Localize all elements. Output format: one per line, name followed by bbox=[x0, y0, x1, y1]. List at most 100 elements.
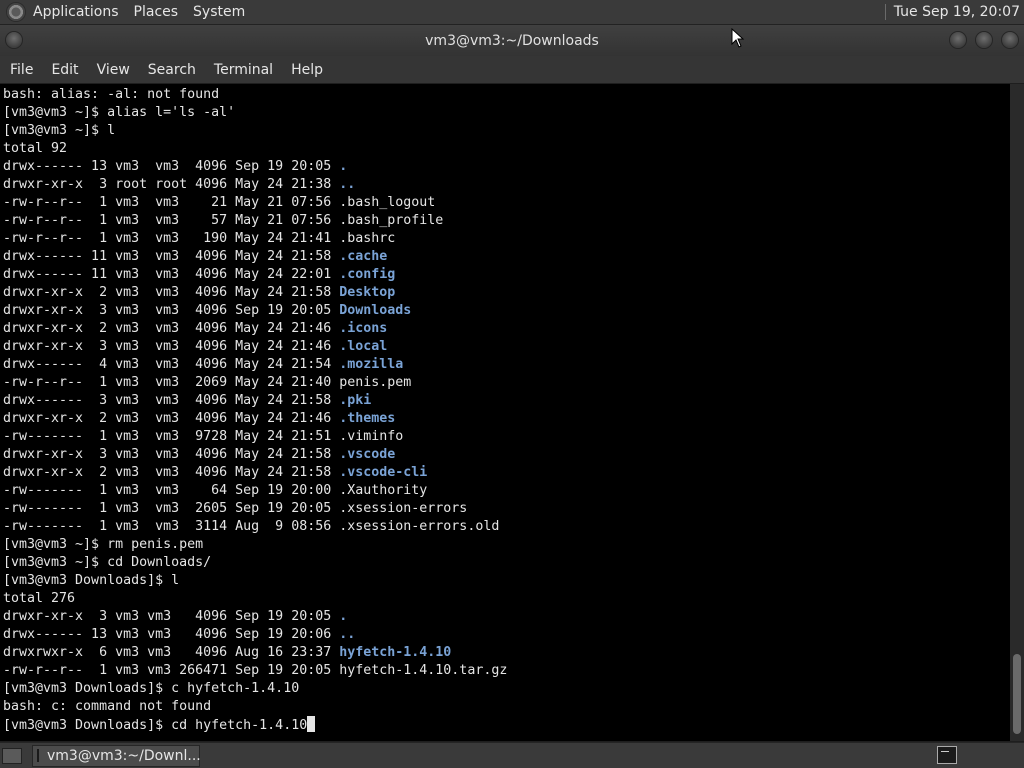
menu-search[interactable]: Search bbox=[139, 62, 205, 78]
terminal-text: -rw------- 1 vm3 vm3 64 Sep 19 20:00 .Xa… bbox=[3, 483, 428, 498]
directory-name: .mozilla bbox=[339, 357, 404, 372]
panel-clock[interactable]: Tue Sep 19, 20:07 bbox=[894, 4, 1020, 20]
terminal-line: [vm3@vm3 Downloads]$ cd hyfetch-1.4.10 bbox=[3, 716, 1010, 734]
terminal-line: bash: alias: -al: not found bbox=[3, 86, 1010, 104]
bottom-taskbar: vm3@vm3:~/Downl... bbox=[0, 742, 1024, 768]
terminal-text: drwxr-xr-x 3 vm3 vm3 4096 Sep 19 20:05 bbox=[3, 303, 340, 318]
close-icon[interactable] bbox=[1002, 32, 1018, 48]
terminal-line: -rw------- 1 vm3 vm3 2605 Sep 19 20:05 .… bbox=[3, 500, 1010, 518]
terminal-text: [vm3@vm3 ~]$ rm penis.pem bbox=[3, 537, 204, 552]
top-panel: Applications Places System Tue Sep 19, 2… bbox=[0, 0, 1024, 25]
directory-name: .config bbox=[339, 267, 396, 282]
terminal-line: [vm3@vm3 ~]$ alias l='ls -al' bbox=[3, 104, 1010, 122]
terminal-text: bash: alias: -al: not found bbox=[3, 87, 220, 102]
minimize-icon[interactable] bbox=[950, 32, 966, 48]
menu-help[interactable]: Help bbox=[282, 62, 332, 78]
terminal-text: drwxr-xr-x 3 vm3 vm3 4096 Sep 19 20:05 bbox=[3, 609, 340, 624]
terminal-line: drwxr-xr-x 3 vm3 vm3 4096 May 24 21:58 .… bbox=[3, 446, 1010, 464]
terminal-line: -rw------- 1 vm3 vm3 3114 Aug 9 08:56 .x… bbox=[3, 518, 1010, 536]
terminal-text: -rw-r--r-- 1 vm3 vm3 266471 Sep 19 20:05… bbox=[3, 663, 508, 678]
window-menu-icon[interactable] bbox=[6, 32, 22, 48]
show-desktop-icon[interactable] bbox=[2, 747, 22, 764]
terminal-line: drwxr-xr-x 3 root root 4096 May 24 21:38… bbox=[3, 176, 1010, 194]
tray-terminal-icon[interactable] bbox=[937, 746, 957, 764]
directory-name: .themes bbox=[339, 411, 396, 426]
directory-name: .. bbox=[339, 627, 356, 642]
taskbar-window-label: vm3@vm3:~/Downl... bbox=[47, 747, 201, 764]
system-menu[interactable]: System bbox=[193, 4, 254, 20]
terminal-line: [vm3@vm3 ~]$ l bbox=[3, 122, 1010, 140]
terminal-line: -rw------- 1 vm3 vm3 64 Sep 19 20:00 .Xa… bbox=[3, 482, 1010, 500]
terminal-text: bash: c: command not found bbox=[3, 699, 212, 714]
window-titlebar[interactable]: vm3@vm3:~/Downloads bbox=[0, 25, 1024, 56]
terminal-line: [vm3@vm3 Downloads]$ c hyfetch-1.4.10 bbox=[3, 680, 1010, 698]
terminal-text: drwxr-xr-x 3 vm3 vm3 4096 May 24 21:46 bbox=[3, 339, 340, 354]
terminal-line: [vm3@vm3 Downloads]$ l bbox=[3, 572, 1010, 590]
terminal-text: [vm3@vm3 ~]$ alias l='ls -al' bbox=[3, 105, 236, 120]
terminal-text: drwxr-xr-x 2 vm3 vm3 4096 May 24 21:46 bbox=[3, 411, 340, 426]
directory-name: Desktop bbox=[339, 285, 396, 300]
terminal-text: drwxr-xr-x 2 vm3 vm3 4096 May 24 21:46 bbox=[3, 321, 340, 336]
terminal-text: drwx------ 13 vm3 vm3 4096 Sep 19 20:06 bbox=[3, 627, 340, 642]
terminal-text: -rw------- 1 vm3 vm3 9728 May 24 21:51 .… bbox=[3, 429, 404, 444]
text-cursor bbox=[307, 716, 316, 732]
terminal-text: -rw------- 1 vm3 vm3 3114 Aug 9 08:56 .x… bbox=[3, 519, 500, 534]
directory-name: hyfetch-1.4.10 bbox=[339, 645, 452, 660]
menu-terminal[interactable]: Terminal bbox=[205, 62, 282, 78]
terminal-line: [vm3@vm3 ~]$ cd Downloads/ bbox=[3, 554, 1010, 572]
applications-menu[interactable]: Applications bbox=[33, 4, 128, 20]
terminal-line: drwx------ 13 vm3 vm3 4096 Sep 19 20:05 … bbox=[3, 158, 1010, 176]
directory-name: .. bbox=[339, 177, 356, 192]
places-menu[interactable]: Places bbox=[134, 4, 188, 20]
directory-name: .vscode-cli bbox=[339, 465, 428, 480]
terminal-line: drwxr-xr-x 2 vm3 vm3 4096 May 24 21:58 D… bbox=[3, 284, 1010, 302]
terminal-line: drwxr-xr-x 2 vm3 vm3 4096 May 24 21:58 .… bbox=[3, 464, 1010, 482]
terminal-line: drwx------ 11 vm3 vm3 4096 May 24 22:01 … bbox=[3, 266, 1010, 284]
terminal-line: bash: c: command not found bbox=[3, 698, 1010, 716]
terminal-text: [vm3@vm3 ~]$ cd Downloads/ bbox=[3, 555, 212, 570]
terminal-text: [vm3@vm3 Downloads]$ cd hyfetch-1.4.10 bbox=[3, 718, 308, 733]
window-title: vm3@vm3:~/Downloads bbox=[425, 32, 599, 49]
terminal-text: [vm3@vm3 Downloads]$ c hyfetch-1.4.10 bbox=[3, 681, 300, 696]
terminal-line: drwxrwxr-x 6 vm3 vm3 4096 Aug 16 23:37 h… bbox=[3, 644, 1010, 662]
terminal-line: -rw------- 1 vm3 vm3 9728 May 24 21:51 .… bbox=[3, 428, 1010, 446]
terminal-text: drwxr-xr-x 3 vm3 vm3 4096 May 24 21:58 bbox=[3, 447, 340, 462]
terminal-text: [vm3@vm3 Downloads]$ l bbox=[3, 573, 180, 588]
directory-name: . bbox=[339, 159, 348, 174]
terminal-line: -rw-r--r-- 1 vm3 vm3 21 May 21 07:56 .ba… bbox=[3, 194, 1010, 212]
terminal-text: -rw-r--r-- 1 vm3 vm3 57 May 21 07:56 .ba… bbox=[3, 213, 444, 228]
scrollbar-thumb[interactable] bbox=[1013, 654, 1021, 734]
terminal-scrollbar[interactable] bbox=[1010, 84, 1024, 741]
maximize-icon[interactable] bbox=[976, 32, 992, 48]
terminal-line: -rw-r--r-- 1 vm3 vm3 2069 May 24 21:40 p… bbox=[3, 374, 1010, 392]
taskbar-window-button[interactable]: vm3@vm3:~/Downl... bbox=[32, 744, 201, 767]
menu-edit[interactable]: Edit bbox=[42, 62, 87, 78]
terminal-text: -rw-r--r-- 1 vm3 vm3 190 May 24 21:41 .b… bbox=[3, 231, 396, 246]
terminal-text: total 276 bbox=[3, 591, 76, 606]
terminal-text: drwxr-xr-x 2 vm3 vm3 4096 May 24 21:58 bbox=[3, 285, 340, 300]
terminal-output[interactable]: bash: alias: -al: not found [vm3@vm3 ~]$ … bbox=[0, 84, 1010, 741]
terminal-line: drwxr-xr-x 2 vm3 vm3 4096 May 24 21:46 .… bbox=[3, 320, 1010, 338]
distro-logo-icon[interactable] bbox=[7, 3, 25, 21]
terminal-text: drwx------ 11 vm3 vm3 4096 May 24 22:01 bbox=[3, 267, 340, 282]
terminal-text: [vm3@vm3 ~]$ l bbox=[3, 123, 116, 138]
terminal-text: drwxr-xr-x 2 vm3 vm3 4096 May 24 21:58 bbox=[3, 465, 340, 480]
directory-name: .pki bbox=[339, 393, 372, 408]
terminal-line: drwxr-xr-x 3 vm3 vm3 4096 Sep 19 20:05 D… bbox=[3, 302, 1010, 320]
terminal-line: total 92 bbox=[3, 140, 1010, 158]
menu-file[interactable]: File bbox=[1, 62, 42, 78]
clock-area[interactable]: Tue Sep 19, 20:07 bbox=[884, 4, 1024, 20]
terminal-line: -rw-r--r-- 1 vm3 vm3 266471 Sep 19 20:05… bbox=[3, 662, 1010, 680]
terminal-line: drwx------ 13 vm3 vm3 4096 Sep 19 20:06 … bbox=[3, 626, 1010, 644]
directory-name: .local bbox=[339, 339, 388, 354]
terminal-text: drwx------ 11 vm3 vm3 4096 May 24 21:58 bbox=[3, 249, 340, 264]
panel-separator bbox=[884, 4, 886, 20]
terminal-text: -rw------- 1 vm3 vm3 2605 Sep 19 20:05 .… bbox=[3, 501, 468, 516]
menu-view[interactable]: View bbox=[88, 62, 139, 78]
terminal-line: [vm3@vm3 ~]$ rm penis.pem bbox=[3, 536, 1010, 554]
terminal-text: drwx------ 13 vm3 vm3 4096 Sep 19 20:05 bbox=[3, 159, 340, 174]
terminal-line: drwxr-xr-x 3 vm3 vm3 4096 May 24 21:46 .… bbox=[3, 338, 1010, 356]
terminal-line: -rw-r--r-- 1 vm3 vm3 57 May 21 07:56 .ba… bbox=[3, 212, 1010, 230]
terminal-line: -rw-r--r-- 1 vm3 vm3 190 May 24 21:41 .b… bbox=[3, 230, 1010, 248]
mouse-pointer-icon bbox=[731, 28, 745, 48]
